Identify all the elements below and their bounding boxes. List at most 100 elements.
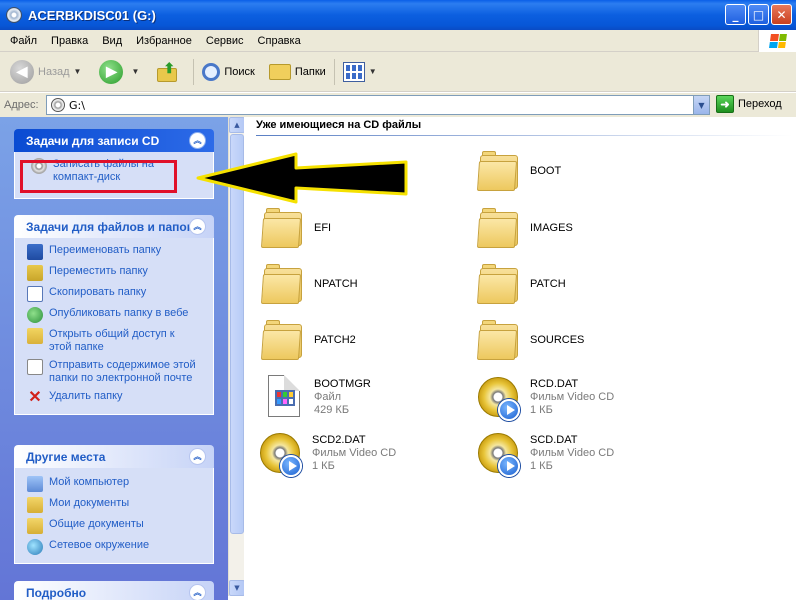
- highlight-box: [20, 160, 177, 193]
- email-folder-link[interactable]: Отправить содержимое этой папки по элект…: [27, 359, 205, 385]
- folder-boot[interactable]: BOOT: [476, 147, 561, 195]
- network-icon: [27, 539, 43, 555]
- rename-folder-link[interactable]: Переименовать папку: [27, 244, 205, 260]
- task-label: Удалить папку: [49, 390, 123, 402]
- minimize-button[interactable]: _: [725, 4, 746, 25]
- file-bootmgr[interactable]: BOOTMGR Файл 429 КБ: [260, 373, 371, 421]
- chevron-down-icon[interactable]: ▼: [131, 67, 139, 76]
- folder-icon: [476, 204, 524, 252]
- title-bar[interactable]: ACERBKDISC01 (G:) _ □ ✕: [0, 0, 796, 30]
- move-icon: [27, 265, 43, 281]
- file-type: Файл: [314, 390, 342, 403]
- cd-tasks-header[interactable]: Задачи для записи CD ︽: [14, 129, 214, 152]
- window-title: ACERBKDISC01 (G:): [28, 7, 156, 23]
- back-button[interactable]: ◀ Назад ▼: [6, 55, 89, 89]
- search-icon: [202, 62, 221, 81]
- menu-view[interactable]: Вид: [95, 35, 129, 47]
- scroll-up-button[interactable]: ▲: [229, 117, 245, 133]
- menu-favorites[interactable]: Избранное: [129, 35, 199, 47]
- search-label: Поиск: [224, 65, 255, 78]
- folders-icon: [268, 63, 291, 80]
- details-title: Подробно: [26, 585, 87, 600]
- toolbar-separator: [333, 58, 335, 85]
- file-scd-dat[interactable]: SCD.DAT Фильм Video CD 1 КБ: [476, 429, 614, 477]
- my-documents-link[interactable]: Мои документы: [27, 497, 205, 513]
- cd-drive-icon: [6, 7, 22, 23]
- views-button[interactable]: ▼: [339, 55, 385, 89]
- forward-button[interactable]: ▶ ▼: [89, 55, 147, 89]
- window-controls: _ □ ✕: [725, 4, 792, 25]
- file-size: 1 КБ: [530, 459, 553, 472]
- close-button[interactable]: ✕: [771, 4, 792, 25]
- rename-icon: [27, 244, 43, 260]
- task-label: Опубликовать папку в вебе: [49, 307, 189, 319]
- copy-icon: [27, 286, 43, 302]
- address-input[interactable]: G:\ ▼: [46, 95, 710, 115]
- task-label: Переименовать папку: [49, 244, 162, 256]
- folder-patch2[interactable]: PATCH2: [260, 316, 356, 364]
- folder-sources[interactable]: SOURCES: [476, 316, 584, 364]
- folder-icon: [260, 316, 308, 364]
- copy-folder-link[interactable]: Скопировать папку: [27, 286, 205, 302]
- file-scd2-dat[interactable]: SCD2.DAT Фильм Video CD 1 КБ: [258, 429, 396, 477]
- windows-logo-icon: [758, 30, 796, 52]
- back-label: Назад: [38, 65, 70, 78]
- other-places-body: Мой компьютер Мои документы Общие докуме…: [14, 468, 214, 564]
- share-folder-link[interactable]: Открыть общий доступ к этой папке: [27, 328, 205, 354]
- file-name: PATCH2: [314, 333, 356, 346]
- task-label: Скопировать папку: [49, 286, 147, 298]
- folder-patch[interactable]: PATCH: [476, 260, 566, 308]
- other-places-header[interactable]: Другие места ︽: [14, 445, 214, 468]
- network-places-link[interactable]: Сетевое окружение: [27, 539, 205, 555]
- task-pane: Задачи для записи CD ︽ Записать файлы на…: [0, 117, 228, 600]
- address-value: G:\: [69, 98, 85, 112]
- task-label: Мой компьютер: [49, 476, 130, 488]
- collapse-icon[interactable]: ︽: [189, 448, 206, 465]
- file-tasks-header[interactable]: Задачи для файлов и папок ︽: [14, 215, 214, 238]
- menu-tools[interactable]: Сервис: [199, 35, 251, 47]
- scroll-down-button[interactable]: ▼: [229, 580, 245, 596]
- file-name: NPATCH: [314, 277, 358, 290]
- menu-edit[interactable]: Правка: [44, 35, 95, 47]
- file-name: IMAGES: [530, 221, 573, 234]
- folder-efi[interactable]: EFI: [260, 204, 331, 252]
- move-folder-link[interactable]: Переместить папку: [27, 265, 205, 281]
- maximize-button[interactable]: □: [748, 4, 769, 25]
- up-folder-button[interactable]: ⬆: [147, 55, 189, 89]
- collapse-icon[interactable]: ︽: [189, 218, 206, 235]
- collapse-icon[interactable]: ︽: [189, 132, 206, 149]
- details-panel: Подробно ︽: [14, 581, 214, 600]
- folders-button[interactable]: Папки: [265, 55, 330, 89]
- file-name: PATCH: [530, 277, 566, 290]
- file-size: 1 КБ: [530, 403, 553, 416]
- task-label: Общие документы: [49, 518, 144, 530]
- address-dropdown-button[interactable]: ▼: [693, 96, 709, 114]
- cd-drive-icon: [51, 98, 65, 112]
- details-header[interactable]: Подробно ︽: [14, 581, 214, 600]
- section-divider: [256, 135, 792, 136]
- annotation-arrow-icon: [196, 152, 408, 204]
- search-button[interactable]: Поиск: [198, 55, 258, 89]
- delete-folder-link[interactable]: ✕ Удалить папку: [27, 390, 205, 406]
- my-computer-link[interactable]: Мой компьютер: [27, 476, 205, 492]
- other-places-panel: Другие места ︽ Мой компьютер Мои докумен…: [14, 445, 214, 564]
- file-size: 429 КБ: [314, 403, 350, 416]
- menu-help[interactable]: Справка: [251, 35, 308, 47]
- go-label: Переход: [738, 98, 782, 110]
- chevron-down-icon[interactable]: ▼: [74, 67, 82, 76]
- folder-icon: [260, 204, 308, 252]
- file-name: SCD2.DAT: [312, 433, 366, 446]
- email-icon: [27, 359, 43, 375]
- folder-images[interactable]: IMAGES: [476, 204, 573, 252]
- my-documents-icon: [27, 497, 43, 513]
- chevron-down-icon[interactable]: ▼: [369, 67, 377, 76]
- publish-web-link[interactable]: Опубликовать папку в вебе: [27, 307, 205, 323]
- folder-npatch[interactable]: NPATCH: [260, 260, 358, 308]
- menu-file[interactable]: Файл: [0, 35, 44, 47]
- collapse-icon[interactable]: ︽: [189, 584, 206, 600]
- file-rcd-dat[interactable]: RCD.DAT Фильм Video CD 1 КБ: [476, 373, 614, 421]
- shared-documents-link[interactable]: Общие документы: [27, 518, 205, 534]
- go-button[interactable]: ➜ Переход: [716, 95, 782, 113]
- shared-documents-icon: [27, 518, 43, 534]
- toolbar-separator: [193, 58, 195, 85]
